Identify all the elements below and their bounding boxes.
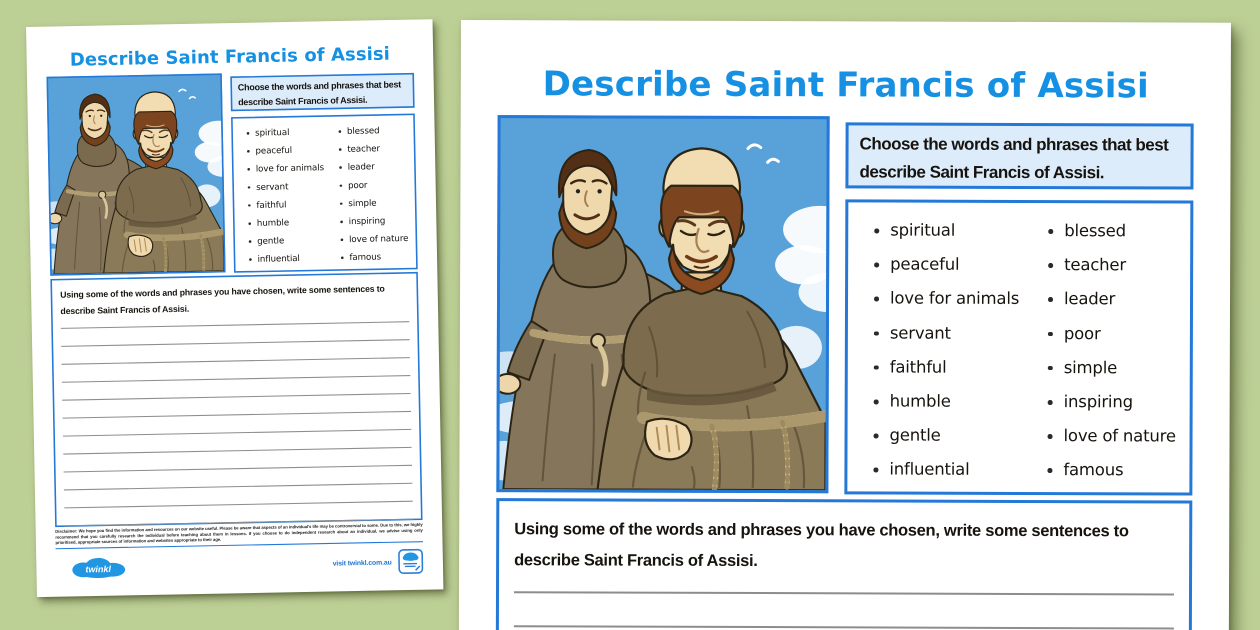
word-item: love for animals — [872, 282, 1044, 317]
preview-background: Describe Saint Francis of Assisi — [0, 0, 1260, 630]
worksheet-zoomed-page: Describe Saint Francis of Assisi — [457, 20, 1231, 630]
worksheet-page: Describe Saint Francis of Assisi — [26, 19, 443, 597]
word-item: peaceful — [246, 140, 337, 160]
instruction-text: Choose the words and phrases that best d… — [859, 130, 1179, 187]
word-item: poor — [1046, 317, 1190, 352]
word-list-column-2: blessed teacher leader poor simple inspi… — [336, 121, 416, 269]
word-item: teacher — [1046, 248, 1190, 283]
word-item: blessed — [1046, 214, 1190, 249]
word-item: simple — [339, 193, 415, 213]
worksheet-page: Describe Saint Francis of Assisi — [457, 20, 1231, 630]
word-item: faithful — [872, 350, 1044, 385]
word-item: gentle — [248, 231, 339, 251]
word-list-box: spiritual peaceful love for animals serv… — [231, 114, 418, 273]
instruction-box: Choose the words and phrases that best d… — [230, 73, 414, 111]
word-item: faithful — [247, 195, 338, 215]
word-item: famous — [340, 247, 416, 267]
word-item: leader — [1046, 282, 1190, 317]
word-item: inspiring — [339, 211, 415, 231]
word-item: blessed — [337, 121, 413, 141]
word-item: love of nature — [1045, 419, 1189, 454]
writing-box: Using some of the words and phrases you … — [50, 272, 422, 527]
word-item: influential — [248, 249, 339, 269]
twinkl-quality-badge-icon — [398, 549, 424, 575]
word-item: poor — [338, 175, 414, 195]
word-item: gentle — [871, 419, 1043, 454]
footer-spacer — [127, 563, 333, 567]
friars-illustration-svg — [48, 75, 224, 274]
word-list-box: spiritual peaceful love for animals serv… — [844, 199, 1193, 495]
friars-illustration-svg — [499, 118, 826, 490]
word-item: peaceful — [872, 248, 1044, 283]
word-item: servant — [246, 177, 337, 197]
saint-francis-illustration — [496, 115, 829, 493]
word-item: humble — [872, 384, 1044, 419]
word-item: teacher — [338, 139, 414, 159]
word-item: famous — [1045, 453, 1189, 488]
word-item: leader — [338, 157, 414, 177]
instruction-text: Choose the words and phrases that best d… — [238, 77, 407, 110]
word-item: spiritual — [245, 122, 336, 142]
page-title: Describe Saint Francis of Assisi — [461, 64, 1231, 107]
word-list-column-2: blessed teacher leader poor simple inspi… — [1043, 214, 1190, 493]
page-footer: twinkl visit twinkl.com.au — [56, 546, 424, 583]
word-item: love for animals — [246, 159, 337, 179]
instruction-box: Choose the words and phrases that best d… — [845, 122, 1193, 189]
word-item: simple — [1046, 351, 1190, 386]
twinkl-logo-text: twinkl — [85, 564, 111, 574]
word-item: inspiring — [1046, 385, 1190, 420]
word-item: humble — [247, 213, 338, 233]
word-item: servant — [872, 316, 1044, 351]
writing-box: Using some of the words and phrases you … — [495, 498, 1193, 630]
word-item: influential — [871, 453, 1043, 488]
word-item: spiritual — [872, 213, 1044, 248]
twinkl-cloud-logo-icon: twinkl — [69, 555, 126, 579]
writing-line — [514, 593, 1174, 629]
word-list-column-1: spiritual peaceful love for animals serv… — [233, 122, 339, 271]
saint-francis-illustration — [46, 73, 225, 275]
writing-lines — [513, 559, 1174, 630]
word-item: love of nature — [339, 229, 415, 249]
writing-lines — [60, 304, 413, 526]
worksheet-thumbnail-full-page: Describe Saint Francis of Assisi — [26, 19, 443, 597]
writing-line — [514, 559, 1174, 595]
website-text: visit twinkl.com.au — [333, 558, 392, 567]
page-title: Describe Saint Francis of Assisi — [26, 42, 433, 71]
word-list-column-1: spiritual peaceful love for animals serv… — [847, 213, 1044, 492]
